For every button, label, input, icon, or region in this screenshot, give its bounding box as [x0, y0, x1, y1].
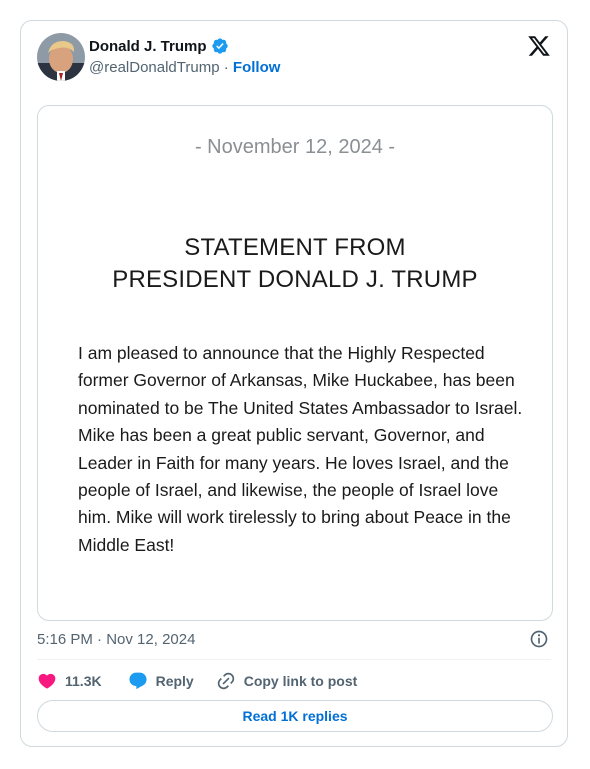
author-handle-row: @realDonaldTrump · Follow: [89, 59, 280, 76]
statement-heading: STATEMENT FROM PRESIDENT DONALD J. TRUMP: [38, 232, 552, 296]
statement-heading-line2: PRESIDENT DONALD J. TRUMP: [112, 266, 478, 293]
like-button[interactable]: 11.3K: [37, 671, 102, 691]
x-logo-icon[interactable]: [527, 34, 551, 58]
statement-date: - November 12, 2024 -: [194, 136, 396, 158]
author-handle[interactable]: @realDonaldTrump: [89, 59, 220, 76]
link-icon: [217, 672, 234, 690]
statement-body: I am pleased to announce that the Highly…: [78, 343, 523, 555]
post-date: Nov 12, 2024: [106, 631, 196, 648]
copy-link-button[interactable]: Copy link to post: [216, 671, 358, 691]
read-replies-button[interactable]: Read 1K replies: [37, 700, 553, 732]
copy-link-label: Copy link to post: [243, 673, 358, 689]
divider: [37, 659, 551, 660]
post-time: 5:16 PM: [37, 631, 93, 648]
reply-button[interactable]: Reply: [128, 671, 194, 691]
timestamp-separator: ·: [97, 631, 107, 648]
verified-badge-icon: [211, 37, 229, 55]
handle-separator: ·: [223, 59, 233, 76]
info-icon[interactable]: [529, 629, 549, 649]
statement-heading-line1: STATEMENT FROM: [184, 234, 406, 261]
like-count: 11.3K: [65, 673, 102, 689]
heart-icon: [38, 673, 56, 689]
statement-image[interactable]: - November 12, 2024 - STATEMENT FROM PRE…: [37, 105, 553, 621]
author-name-row: Donald J. Trump: [89, 37, 229, 55]
author-name[interactable]: Donald J. Trump: [89, 38, 207, 55]
read-replies-label: Read 1K replies: [242, 708, 348, 724]
reply-label: Reply: [155, 673, 194, 689]
avatar[interactable]: [37, 33, 85, 81]
avatar-image: [37, 33, 85, 81]
follow-link[interactable]: Follow: [233, 59, 281, 76]
reply-bubble-icon: [129, 672, 147, 690]
embedded-post-card: Donald J. Trump @realDonaldTrump · Follo…: [20, 20, 568, 747]
post-timestamp[interactable]: 5:16 PM · Nov 12, 2024: [37, 631, 195, 648]
action-bar: 11.3K Reply Copy link to post: [37, 671, 357, 691]
